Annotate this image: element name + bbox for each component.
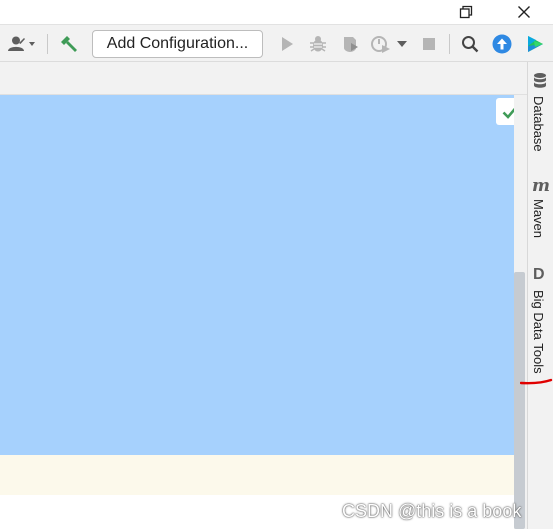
ide-window: Add Configuration... Database m Maven D …	[0, 0, 553, 529]
editor-selection-area[interactable]	[0, 95, 514, 455]
user-menu-button[interactable]	[2, 25, 40, 63]
ide-update-button[interactable]	[489, 25, 515, 63]
stop-icon	[423, 38, 435, 50]
restore-button[interactable]	[446, 0, 486, 24]
search-everywhere-button[interactable]	[457, 25, 483, 63]
big-data-tools-icon: D	[533, 266, 545, 283]
build-hammer-icon	[61, 36, 77, 52]
vertical-scrollbar-thumb[interactable]	[514, 272, 525, 529]
tool-tab-label: Database	[531, 96, 546, 152]
profiler-icon	[371, 36, 390, 53]
add-configuration-button[interactable]: Add Configuration...	[92, 30, 263, 58]
debug-icon	[310, 36, 326, 52]
jetbrains-toolbox-button[interactable]	[522, 25, 548, 63]
run-with-coverage-button[interactable]	[337, 25, 363, 63]
close-icon	[518, 6, 530, 18]
toolbar-separator	[449, 34, 450, 54]
editor-tabs-strip	[0, 62, 527, 95]
title-bar	[0, 0, 553, 24]
maven-m-icon: m	[532, 176, 550, 196]
run-icon	[282, 37, 293, 51]
update-icon	[492, 34, 512, 54]
restore-icon	[459, 5, 473, 19]
coverage-icon	[344, 37, 358, 52]
profiler-button[interactable]	[368, 25, 394, 63]
tool-tab-big-data-tools[interactable]: D Big Data Tools	[527, 266, 553, 382]
tool-tab-label: Big Data Tools	[531, 290, 546, 374]
tool-tab-database[interactable]: Database	[527, 70, 553, 160]
debug-button[interactable]	[305, 25, 331, 63]
chevron-down-icon	[397, 41, 407, 47]
tool-tab-maven[interactable]: m Maven	[527, 176, 553, 244]
red-underline-annotation	[520, 378, 553, 385]
toolbar-separator	[47, 34, 48, 54]
database-icon	[534, 73, 546, 88]
stop-button[interactable]	[416, 25, 442, 63]
run-button[interactable]	[275, 25, 299, 63]
search-icon	[462, 36, 479, 53]
tool-tab-label: Maven	[531, 199, 546, 239]
user-icon	[8, 36, 35, 51]
bottom-panel	[0, 455, 514, 495]
jetbrains-logo-icon	[528, 36, 543, 52]
watermark-text: CSDN @this is a book	[342, 501, 522, 521]
close-button[interactable]	[504, 0, 544, 24]
main-toolbar: Add Configuration...	[0, 24, 553, 62]
build-button[interactable]	[54, 25, 82, 63]
run-menu-dropdown[interactable]	[394, 25, 410, 63]
